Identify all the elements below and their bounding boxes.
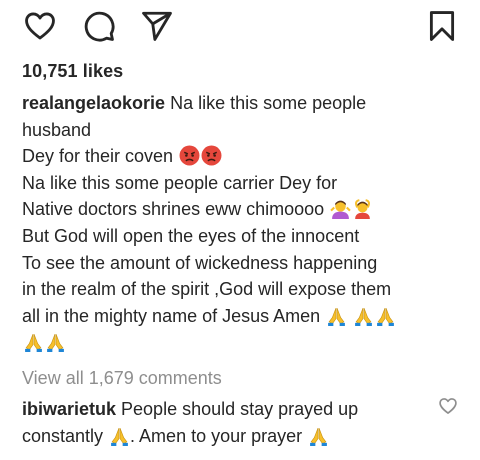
- caption-line-10: [22, 329, 462, 356]
- folded-hands-emoji-icon: [111, 427, 128, 446]
- folded-hands-emoji-icon: [47, 334, 64, 353]
- folded-hands-emoji-icon: [355, 307, 373, 326]
- bookmark-icon[interactable]: [424, 8, 460, 44]
- caption-line-7: To see the amount of wickedness happenin…: [22, 252, 378, 273]
- caption-line-3: Dey for their coven: [22, 143, 462, 170]
- heart-icon[interactable]: [22, 8, 58, 44]
- angry-face-emoji-icon: [201, 145, 222, 166]
- caption-line-9: all in the mighty name of Jesus Amen: [22, 303, 462, 330]
- angry-face-emoji-icon: [179, 145, 200, 166]
- woman-shrugging-emoji-icon: [330, 201, 351, 220]
- woman-gesturing-ok-emoji-icon: [355, 199, 371, 220]
- caption-username[interactable]: realangelaokorie: [22, 93, 165, 113]
- caption-text: Na like this some people: [165, 93, 367, 113]
- caption-text: Native doctors shrines eww chimoooo: [22, 199, 330, 220]
- caption-line-5: Native doctors shrines eww chimoooo: [22, 196, 462, 223]
- caption-text: Dey for their coven: [22, 146, 179, 167]
- send-icon[interactable]: [139, 8, 175, 44]
- comment-item: ibiwarietuk People should stay prayed up…: [22, 396, 422, 449]
- post-action-bar: [0, 0, 480, 54]
- folded-hands-emoji-icon: [310, 427, 328, 446]
- caption-text: all in the mighty name of Jesus Amen: [22, 305, 326, 326]
- view-all-comments-link[interactable]: View all 1,679 comments: [22, 368, 222, 389]
- comment-text: People should stay prayed up: [116, 399, 359, 419]
- caption-line-1: realangelaokorie Na like this some peopl…: [22, 90, 462, 117]
- comment-username[interactable]: ibiwarietuk: [22, 399, 116, 419]
- comment-icon[interactable]: [81, 8, 117, 44]
- post-caption: realangelaokorie Na like this some peopl…: [22, 90, 462, 356]
- folded-hands-emoji-icon: [328, 307, 346, 326]
- comment-text: constantly: [22, 425, 109, 446]
- comment-text: . Amen to your prayer: [130, 425, 308, 446]
- comment-heart-icon[interactable]: [438, 396, 458, 416]
- comment-line-1: ibiwarietuk People should stay prayed up: [22, 396, 422, 423]
- caption-line-4: Na like this some people carrier Dey for: [22, 172, 338, 193]
- caption-line-6: But God will open the eyes of the innoce…: [22, 225, 360, 246]
- comment-line-2: constantly . Amen to your prayer: [22, 423, 422, 450]
- likes-count[interactable]: 10,751 likes: [22, 61, 123, 82]
- caption-line-2: husband: [22, 119, 92, 140]
- caption-line-8: in the realm of the spirit ,God will exp…: [22, 279, 392, 300]
- folded-hands-emoji-icon: [25, 334, 42, 353]
- folded-hands-emoji-icon: [377, 307, 395, 326]
